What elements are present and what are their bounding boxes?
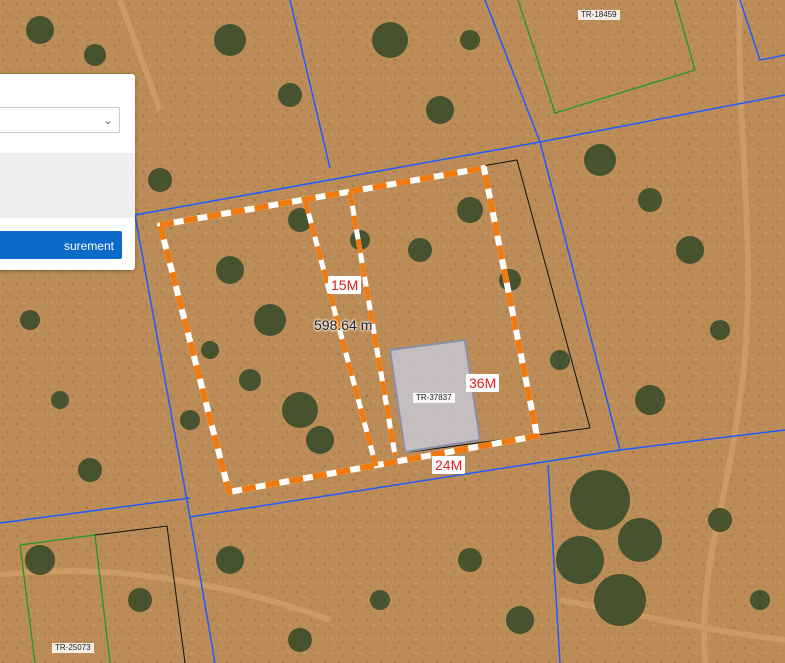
new-measurement-button[interactable]: surement	[0, 231, 122, 259]
measurement-panel: ⌄ surement	[0, 74, 135, 270]
measurement-result-area	[0, 153, 135, 218]
parcel-label-south-west: TR-25073	[52, 643, 94, 653]
segment-length-label: 36M	[466, 374, 500, 392]
parcel-label-north-east: TR-18459	[578, 10, 620, 20]
segment-length-label: 15M	[328, 276, 362, 294]
segment-length-label: 24M	[432, 456, 466, 474]
parcel-label-selected: TR-37837	[413, 393, 455, 403]
total-distance-label: 598.64 m	[314, 317, 373, 333]
chevron-down-icon: ⌄	[103, 114, 113, 127]
unit-select[interactable]: ⌄	[0, 107, 120, 133]
